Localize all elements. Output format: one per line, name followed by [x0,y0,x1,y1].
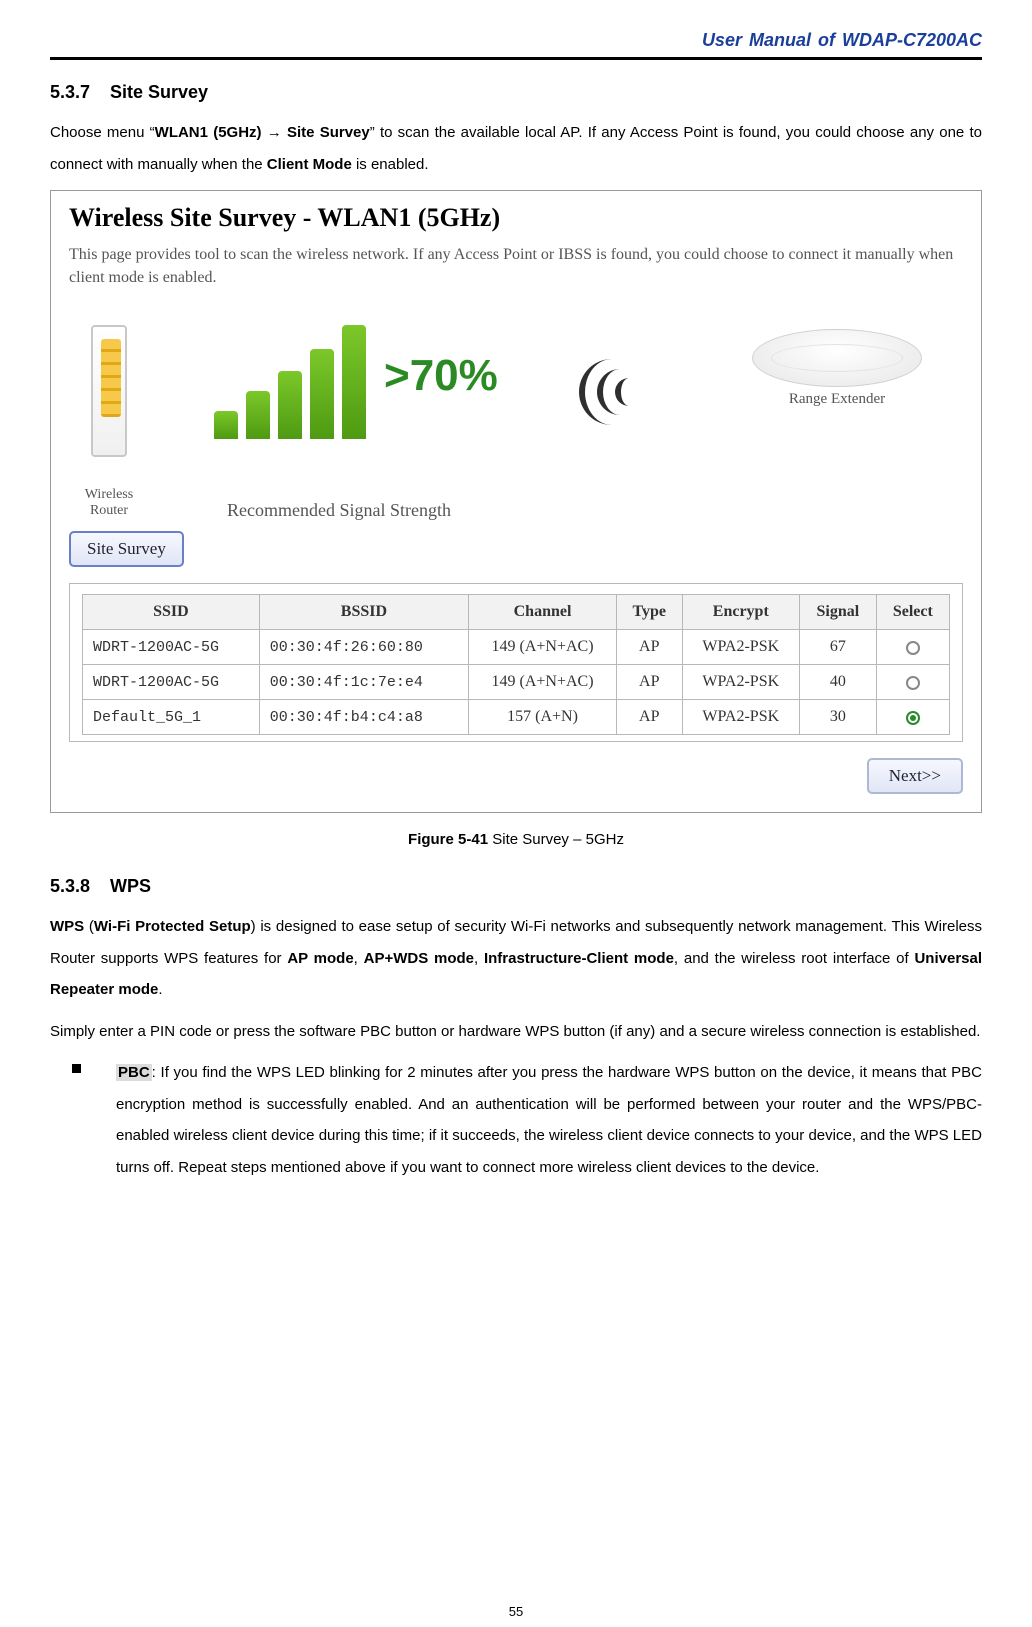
text: Choose menu “ [50,124,155,141]
section-538-title: WPS [110,876,151,896]
header-divider [50,57,982,60]
table-row: WDRT-1200AC-5G00:30:4f:1c:7e:e4149 (A+N+… [83,665,950,700]
mode-apwds: AP+WDS mode [364,950,474,967]
cell-signal: 30 [800,700,877,735]
section-538-number: 5.3.8 [50,876,105,897]
panel-description: This page provides tool to scan the wire… [69,243,963,289]
cell-encrypt: WPA2-PSK [682,665,800,700]
text: . [158,981,162,998]
text: , [474,950,484,967]
col-type: Type [617,595,683,630]
cell-bssid: 00:30:4f:26:60:80 [259,630,468,665]
col-ssid: SSID [83,595,260,630]
signal-bar [214,411,238,439]
signal-bar [278,371,302,439]
wireless-waves-icon [579,357,649,427]
client-mode-label: Client Mode [267,156,352,173]
range-extender-icon [752,329,922,387]
cell-channel: 157 (A+N) [469,700,617,735]
cell-select [876,700,949,735]
cell-type: AP [617,700,683,735]
panel-title: Wireless Site Survey - WLAN1 (5GHz) [69,203,963,233]
cell-channel: 149 (A+N+AC) [469,665,617,700]
site-survey-panel: Wireless Site Survey - WLAN1 (5GHz) This… [50,190,982,813]
text: ( [84,918,94,935]
table-row: Default_5G_100:30:4f:b4:c4:a8157 (A+N)AP… [83,700,950,735]
select-radio[interactable] [906,711,920,725]
figure-caption: Figure 5-41 Site Survey – 5GHz [50,831,982,848]
range-extender-caption: Range Extender [747,391,927,408]
menu-path-site-survey: Site Survey [287,124,370,141]
col-select: Select [876,595,949,630]
signal-bar [310,349,334,439]
ap-table-container: SSID BSSID Channel Type Encrypt Signal S… [69,583,963,742]
arrow-icon: → [262,124,287,141]
section-537-paragraph: Choose menu “WLAN1 (5GHz) → Site Survey”… [50,117,982,180]
next-button[interactable]: Next>> [867,758,963,794]
recommended-signal-caption: Recommended Signal Strength [189,500,489,521]
col-bssid: BSSID [259,595,468,630]
text: is enabled. [352,156,429,173]
cell-encrypt: WPA2-PSK [682,630,800,665]
running-title: User Manual of WDAP-C7200AC [50,30,982,51]
col-channel: Channel [469,595,617,630]
cell-select [876,630,949,665]
cell-signal: 40 [800,665,877,700]
section-537-number: 5.3.7 [50,82,105,103]
ap-results-table: SSID BSSID Channel Type Encrypt Signal S… [82,594,950,735]
pbc-text: PBC: If you find the WPS LED blinking fo… [116,1057,982,1183]
illustration-row: Wireless Router >70% Recommended Signal … [69,311,963,491]
cell-bssid: 00:30:4f:1c:7e:e4 [259,665,468,700]
cell-type: AP [617,630,683,665]
signal-bars-icon [214,325,366,439]
site-survey-button[interactable]: Site Survey [69,531,184,567]
cell-ssid: WDRT-1200AC-5G [83,665,260,700]
section-538-heading: 5.3.8 WPS [50,876,982,897]
col-encrypt: Encrypt [682,595,800,630]
mode-ap: AP mode [287,950,353,967]
menu-path-wlan1: WLAN1 (5GHz) [155,124,262,141]
select-radio[interactable] [906,676,920,690]
cell-ssid: Default_5G_1 [83,700,260,735]
table-row: WDRT-1200AC-5G00:30:4f:26:60:80149 (A+N+… [83,630,950,665]
range-extender: Range Extender [747,329,927,408]
cell-select [876,665,949,700]
table-header-row: SSID BSSID Channel Type Encrypt Signal S… [83,595,950,630]
cell-signal: 67 [800,630,877,665]
col-signal: Signal [800,595,877,630]
figure-label: Figure 5-41 [408,831,488,848]
cell-type: AP [617,665,683,700]
wps-pin-paragraph: Simply enter a PIN code or press the sof… [50,1016,982,1048]
wps-abbrev: WPS [50,918,84,935]
cell-channel: 149 (A+N+AC) [469,630,617,665]
signal-bar [246,391,270,439]
figure-caption-text: Site Survey – 5GHz [488,831,624,848]
pbc-description: : If you find the WPS LED blinking for 2… [116,1064,982,1176]
cell-encrypt: WPA2-PSK [682,700,800,735]
page-number: 55 [0,1604,1032,1619]
section-537-title: Site Survey [110,82,208,102]
cell-bssid: 00:30:4f:b4:c4:a8 [259,700,468,735]
section-537-heading: 5.3.7 Site Survey [50,82,982,103]
wireless-router-icon [91,325,127,457]
signal-bar [342,325,366,439]
signal-percent: >70% [384,351,498,401]
cell-ssid: WDRT-1200AC-5G [83,630,260,665]
text: , and the wireless root interface of [674,950,915,967]
pbc-label: PBC [116,1064,152,1081]
next-area: Next>> [69,758,963,794]
wps-expansion: Wi-Fi Protected Setup [94,918,251,935]
text: , [354,950,364,967]
wireless-router-caption: Wireless Router [69,487,149,519]
pbc-list-item: PBC: If you find the WPS LED blinking fo… [50,1057,982,1183]
wps-intro-paragraph: WPS (Wi-Fi Protected Setup) is designed … [50,911,982,1006]
mode-infra: Infrastructure-Client mode [484,950,674,967]
pbc-list: PBC: If you find the WPS LED blinking fo… [50,1057,982,1183]
select-radio[interactable] [906,641,920,655]
